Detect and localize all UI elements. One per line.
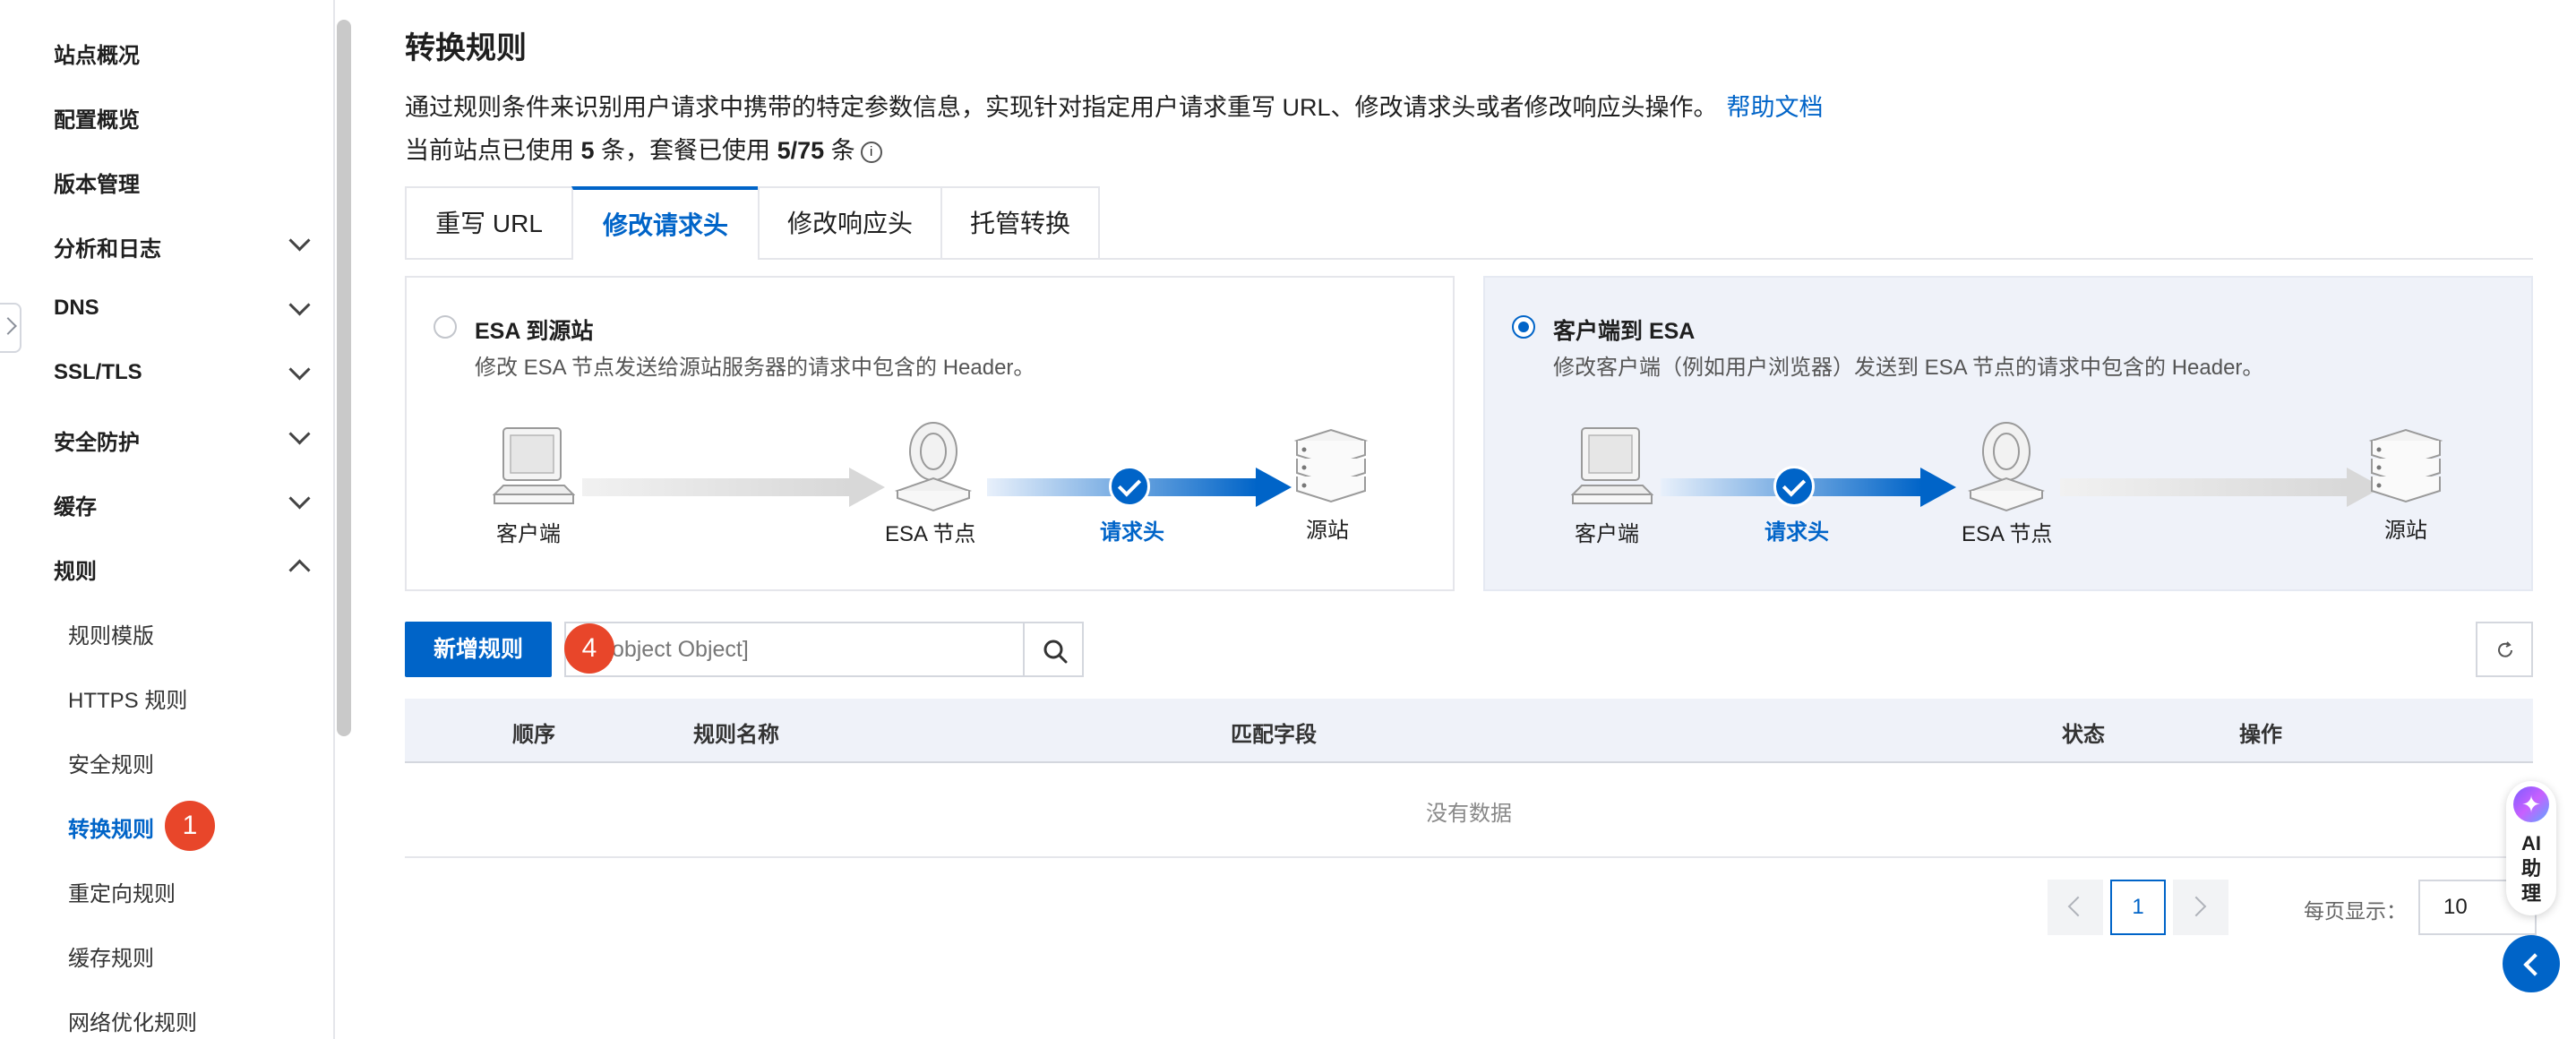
refresh-button[interactable] <box>2476 622 2533 677</box>
diagram-label-esa-node: ESA 节点 <box>1962 522 2053 546</box>
usage-plan-count: 5/75 <box>777 137 825 164</box>
radio-esa-to-origin[interactable] <box>434 315 457 339</box>
ai-assistant-label: AI 助 理 <box>2506 831 2556 906</box>
sidebar-item-config-overview[interactable]: 配置概览 <box>54 102 140 133</box>
page-description: 通过规则条件来识别用户请求中携带的特定参数信息，实现针对指定用户请求重写 URL… <box>405 88 1824 123</box>
search-input[interactable]: [object Object] <box>564 622 1025 677</box>
chevron-right-icon <box>2185 896 2207 917</box>
check-icon <box>1773 466 1815 507</box>
ai-label-line: AI <box>2521 832 2541 854</box>
sidebar-sub-cache-rules[interactable]: 缓存规则 <box>68 940 154 972</box>
sidebar-item-ssl[interactable]: SSL/TLS <box>54 360 142 385</box>
annotation-badge: 4 <box>564 623 614 674</box>
client-computer-icon <box>1571 427 1653 504</box>
prev-page-button[interactable] <box>2048 880 2103 935</box>
sidebar-item-dns[interactable]: DNS <box>54 296 99 321</box>
page-title: 转换规则 <box>405 31 527 65</box>
chevron-down-icon[interactable] <box>288 487 311 510</box>
search-icon <box>1043 640 1068 664</box>
refresh-icon <box>2498 641 2512 657</box>
sidebar-item-overview[interactable]: 站点概况 <box>54 38 140 69</box>
diagram-label-header: 请求头 <box>1765 520 1829 545</box>
diagram-label-header: 请求头 <box>1100 520 1164 545</box>
diagram-label-client: 客户端 <box>496 522 561 546</box>
annotation-badge: 1 <box>165 801 215 851</box>
sidebar-item-rules[interactable]: 规则 <box>54 554 97 585</box>
usage-info: 当前站点已使用 5 条，套餐已使用 5/75 条i <box>405 131 882 166</box>
search-button[interactable] <box>1023 622 1084 677</box>
sidebar-item-cache[interactable]: 缓存 <box>54 489 97 520</box>
sidebar-sub-network-rules[interactable]: 网络优化规则 <box>68 1005 197 1036</box>
chevron-down-icon[interactable] <box>288 229 311 252</box>
page-size-value: 10 <box>2443 895 2468 919</box>
sidebar-item-version[interactable]: 版本管理 <box>54 167 140 198</box>
sidebar-collapse-toggle[interactable] <box>0 303 21 353</box>
origin-server-icon <box>1293 428 1369 503</box>
sidebar-item-security[interactable]: 安全防护 <box>54 425 140 456</box>
option-card-esa-to-origin[interactable]: ESA 到源站 修改 ESA 节点发送给源站服务器的请求中包含的 Header。… <box>405 276 1455 591</box>
info-icon[interactable]: i <box>860 141 882 163</box>
origin-server-icon <box>2368 428 2443 503</box>
sidebar-sub-https-rules[interactable]: HTTPS 规则 <box>68 683 187 714</box>
column-header-rule-name: 规则名称 <box>693 723 779 747</box>
column-header-actions: 操作 <box>2239 723 2282 747</box>
diagram-label-origin: 源站 <box>2384 519 2427 543</box>
sidebar-sub-security-rules[interactable]: 安全规则 <box>68 747 154 778</box>
diagram-label-client: 客户端 <box>1575 522 1639 546</box>
sidebar-item-analytics[interactable]: 分析和日志 <box>54 231 161 262</box>
chevron-down-icon[interactable] <box>288 423 311 445</box>
table-empty-row: 没有数据 <box>405 763 2533 858</box>
diagram-label-origin: 源站 <box>1306 519 1349 543</box>
tab-managed-transform[interactable]: 托管转换 <box>940 186 1100 258</box>
chevron-down-icon[interactable] <box>288 358 311 381</box>
option-subtitle: 修改 ESA 节点发送给源站服务器的请求中包含的 Header。 <box>475 356 1035 380</box>
radio-client-to-esa[interactable] <box>1512 315 1535 339</box>
column-header-order: 顺序 <box>512 723 555 747</box>
add-rule-button[interactable]: 新增规则 <box>405 622 552 677</box>
empty-text: 没有数据 <box>1426 802 1512 826</box>
diagram-label-esa-node: ESA 节点 <box>885 522 976 546</box>
collapse-panel-button[interactable] <box>2503 935 2560 992</box>
flow-arrow <box>2060 468 2383 507</box>
esa-node-icon <box>1967 422 2046 512</box>
page-number-current[interactable]: 1 <box>2110 880 2166 935</box>
usage-text: 当前站点已使用 <box>405 137 581 164</box>
sidebar-scrollbar[interactable] <box>337 20 351 736</box>
description-text: 通过规则条件来识别用户请求中携带的特定参数信息，实现针对指定用户请求重写 URL… <box>405 94 1718 121</box>
esa-node-icon <box>894 422 973 512</box>
help-doc-link[interactable]: 帮助文档 <box>1727 94 1824 121</box>
check-icon <box>1109 466 1150 507</box>
chevron-up-icon[interactable] <box>288 559 311 581</box>
column-header-status: 状态 <box>2062 723 2105 747</box>
ai-label-line: 助 <box>2520 857 2541 880</box>
tab-modify-response-header[interactable]: 修改响应头 <box>758 186 942 258</box>
option-title: ESA 到源站 <box>475 319 594 344</box>
option-card-client-to-esa[interactable]: 客户端到 ESA 修改客户端（例如用户浏览器）发送到 ESA 节点的请求中包含的… <box>1483 276 2533 591</box>
column-header-match-field: 匹配字段 <box>1231 723 1317 747</box>
chevron-down-icon[interactable] <box>288 294 311 316</box>
usage-text: 条 <box>824 137 855 164</box>
next-page-button[interactable] <box>2173 880 2228 935</box>
ai-assistant-button[interactable]: ✦ AI 助 理 <box>2506 781 2556 915</box>
client-computer-icon <box>493 427 575 504</box>
sidebar-sub-redirect-rules[interactable]: 重定向规则 <box>68 876 176 907</box>
tab-modify-request-header[interactable]: 修改请求头 <box>571 186 760 260</box>
flow-arrow <box>582 468 885 507</box>
usage-text: 条，套餐已使用 <box>594 137 777 164</box>
sidebar-sub-rule-templates[interactable]: 规则模版 <box>68 618 154 649</box>
tab-rewrite-url[interactable]: 重写 URL <box>405 186 573 258</box>
sidebar: 站点概况 配置概览 版本管理 分析和日志 DNS SSL/TLS 安全防护 缓存… <box>0 0 335 1039</box>
chevron-left-icon <box>2067 896 2089 917</box>
sidebar-sub-transform-rules[interactable]: 转换规则 <box>68 811 154 843</box>
usage-site-count: 5 <box>580 137 595 164</box>
table-header: 顺序 规则名称 匹配字段 状态 操作 <box>405 699 2533 763</box>
ai-label-line: 理 <box>2520 882 2541 905</box>
option-subtitle: 修改客户端（例如用户浏览器）发送到 ESA 节点的请求中包含的 Header。 <box>1553 356 2264 380</box>
page-size-label: 每页显示： <box>2304 899 2407 923</box>
ai-assistant-icon: ✦ <box>2513 786 2549 822</box>
option-title: 客户端到 ESA <box>1553 319 1696 344</box>
chevron-right-icon <box>0 317 17 335</box>
